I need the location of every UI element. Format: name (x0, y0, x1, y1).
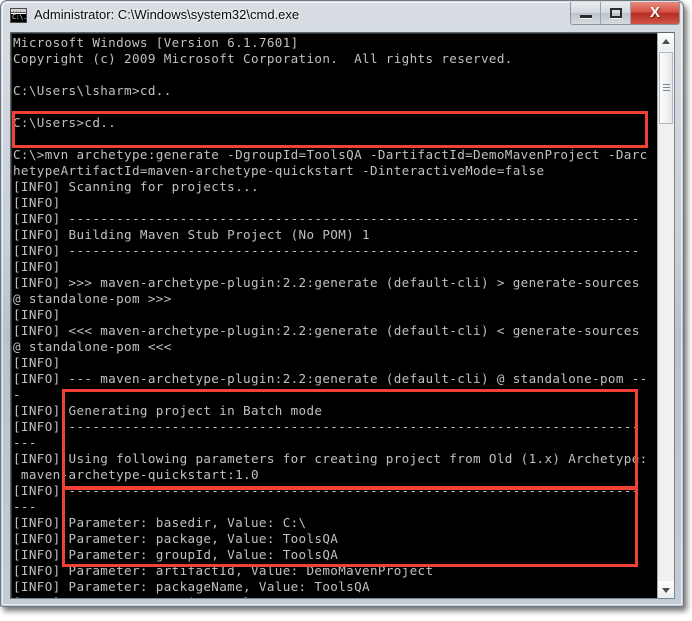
console-line: [INFO] (13, 307, 61, 322)
icon-prompt-text: C:\. (12, 13, 27, 21)
console-line: Microsoft Windows [Version 6.1.7601] (13, 35, 299, 50)
scroll-down-arrow-icon (662, 587, 670, 593)
console-line: - (13, 387, 21, 402)
console-line: [INFO] Parameter: groupId, Value: ToolsQ… (13, 547, 339, 562)
console-line: [INFO] Parameter: version, Value: 1.0-SN… (13, 595, 647, 598)
console-line: [INFO] Scanning for projects... (13, 179, 259, 194)
cmd-console-icon: ··· C:\. (10, 8, 27, 23)
console-line: @ standalone-pom <<< (13, 339, 172, 354)
window-controls: X (570, 2, 680, 25)
console-line: @ standalone-pom >>> (13, 291, 172, 306)
console-line: [INFO] >>> maven-archetype-plugin:2.2:ge… (13, 275, 640, 290)
titlebar[interactable]: ··· C:\. Administrator: C:\Windows\syste… (1, 1, 683, 31)
console-line: C:\Users\lsharm>cd.. (13, 83, 172, 98)
window-title: Administrator: C:\Windows\system32\cmd.e… (34, 7, 300, 22)
scrollbar-thumb[interactable] (659, 52, 673, 124)
scroll-down-button[interactable] (658, 581, 674, 598)
maximize-button[interactable] (601, 2, 631, 24)
console-line: [INFO] Generating project in Batch mode (13, 403, 323, 418)
scroll-up-button[interactable] (658, 33, 674, 50)
scrollbar-grip-icon (663, 84, 670, 91)
console-line: --- (13, 435, 37, 450)
console-line: [INFO] (13, 355, 61, 370)
cmd-window: ··· C:\. Administrator: C:\Windows\syste… (0, 0, 684, 607)
console-line: C:\Users>cd.. (13, 115, 117, 130)
console-line: [INFO] Parameter: basedir, Value: C:\ (13, 515, 307, 530)
console-line: --- (13, 499, 37, 514)
console-line: maven-archetype-quickstart:1.0 (13, 467, 259, 482)
minimize-button[interactable] (571, 2, 601, 24)
console-line: [INFO] Parameter: package, Value: ToolsQ… (13, 531, 339, 546)
console-output: Microsoft Windows [Version 6.1.7601] Copy… (13, 35, 647, 598)
console-line: [INFO] ---------------------------------… (13, 243, 640, 258)
console-line: hetypeArtifactId=maven-archetype-quickst… (13, 163, 545, 178)
console-line: [INFO] (13, 195, 61, 210)
scroll-up-arrow-icon (662, 38, 670, 44)
console-line: Copyright (c) 2009 Microsoft Corporation… (13, 51, 513, 66)
close-button[interactable]: X (631, 2, 679, 24)
console-line: [INFO] <<< maven-archetype-plugin:2.2:ge… (13, 323, 640, 338)
console-line: [INFO] Building Maven Stub Project (No P… (13, 227, 370, 242)
minimize-icon (580, 15, 592, 18)
console-line: [INFO] Parameter: artifactId, Value: Dem… (13, 563, 434, 578)
console-line: [INFO] Using following parameters for cr… (13, 451, 647, 466)
vertical-scrollbar[interactable] (657, 33, 674, 598)
maximize-icon (610, 8, 622, 18)
close-icon: X (649, 4, 660, 21)
console-line: [INFO] ---------------------------------… (13, 483, 640, 498)
console-line: [INFO] --- maven-archetype-plugin:2.2:ge… (13, 371, 647, 386)
console-line: C:\>mvn archetype:generate -DgroupId=Too… (13, 147, 647, 162)
console-line: [INFO] ---------------------------------… (13, 211, 640, 226)
console-line: [INFO] (13, 259, 61, 274)
console-line: [INFO] ---------------------------------… (13, 419, 640, 434)
console-line: [INFO] Parameter: packageName, Value: To… (13, 579, 370, 594)
console-client-area[interactable]: Microsoft Windows [Version 6.1.7601] Copy… (10, 32, 675, 599)
